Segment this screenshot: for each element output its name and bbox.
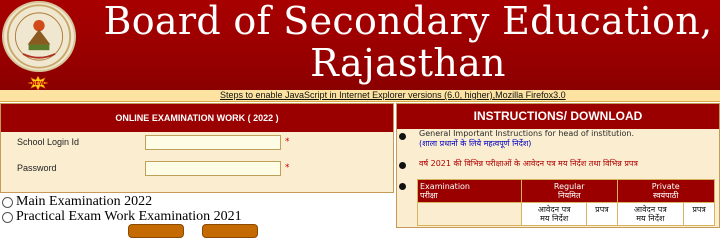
school-login-label: School Login Id bbox=[17, 137, 80, 147]
page-title: Board of Secondary Education, Rajasthan bbox=[96, 0, 720, 84]
instructions-panel: INSTRUCTIONS/ DOWNLOAD General Important… bbox=[396, 103, 720, 228]
login-panel: ONLINE EXAMINATION WORK ( 2022 ) School … bbox=[0, 103, 394, 193]
table-header-private: Private स्वयंपाठी bbox=[616, 179, 715, 203]
submit-button[interactable] bbox=[128, 224, 184, 238]
table-subheader-form: आवेदन पत्र मय निर्देश bbox=[520, 202, 588, 226]
svg-text:NEW: NEW bbox=[31, 81, 45, 87]
school-login-input[interactable] bbox=[145, 135, 281, 150]
title-line-2: Rajasthan bbox=[310, 41, 506, 85]
instruction-item-forms-2021[interactable]: वर्ष 2021 की विभिन्न परीक्षाओं के आवेदन … bbox=[419, 159, 638, 169]
enable-javascript-link[interactable]: Steps to enable JavaScript in Internet E… bbox=[220, 90, 566, 101]
required-mark: * bbox=[285, 163, 290, 173]
login-panel-heading: ONLINE EXAMINATION WORK ( 2022 ) bbox=[1, 104, 393, 132]
site-header: Board of Secondary Education, Rajasthan … bbox=[0, 0, 720, 90]
radio-button[interactable] bbox=[2, 211, 13, 223]
table-subheader-prapatra: प्रपत्र bbox=[586, 202, 618, 226]
password-input[interactable] bbox=[145, 161, 281, 176]
radio-button[interactable] bbox=[2, 196, 13, 208]
radio-practical-exam[interactable]: Practical Exam Work Examination 2021 bbox=[2, 210, 242, 224]
board-emblem-logo bbox=[2, 1, 76, 72]
password-label: Password bbox=[17, 163, 57, 173]
bullet-icon bbox=[399, 133, 406, 140]
required-mark: * bbox=[285, 137, 290, 147]
bullet-icon bbox=[399, 162, 406, 169]
radio-main-examination[interactable]: Main Examination 2022 bbox=[2, 195, 152, 209]
forms-table: Examination परीक्षा Regular नियमित Priva… bbox=[417, 179, 715, 226]
js-notice-strip: Steps to enable JavaScript in Internet E… bbox=[0, 90, 720, 102]
new-starburst-icon: NEW bbox=[28, 76, 48, 90]
bullet-icon bbox=[399, 183, 406, 190]
instruction-hi-text: (शाला प्रधानों के लिये महत्वपूर्ण निर्दे… bbox=[419, 139, 532, 148]
table-subheader-form: आवेदन पत्र मय निर्देश bbox=[616, 202, 685, 226]
title-line-1: Board of Secondary Education, bbox=[103, 0, 713, 43]
instructions-heading: INSTRUCTIONS/ DOWNLOAD bbox=[397, 104, 719, 129]
radio-label: Main Examination 2022 bbox=[16, 194, 153, 209]
table-subheader-prapatra: प्रपत्र bbox=[683, 202, 715, 226]
reset-button[interactable] bbox=[202, 224, 258, 238]
instruction-en-text: General Important Instructions for head … bbox=[419, 129, 635, 138]
table-header-exam: Examination परीक्षा bbox=[417, 179, 522, 203]
password-row: Password * bbox=[17, 161, 377, 177]
school-login-row: School Login Id * bbox=[17, 135, 377, 151]
instruction-item-general[interactable]: General Important Instructions for head … bbox=[419, 129, 634, 149]
table-header-regular: Regular नियमित bbox=[521, 179, 618, 203]
radio-label: Practical Exam Work Examination 2021 bbox=[16, 209, 242, 224]
table-cell-empty bbox=[417, 202, 522, 226]
